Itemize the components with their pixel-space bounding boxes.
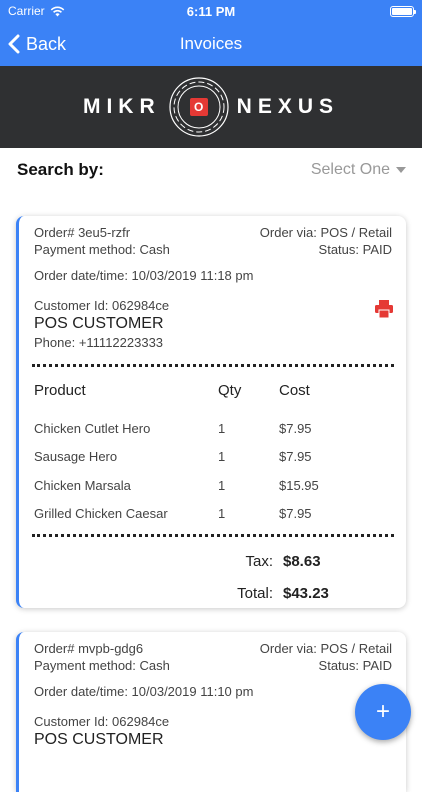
tax-row: Tax: $8.63 (34, 545, 378, 577)
order-datetime: Order date/time: 10/03/2019 11:10 pm (34, 684, 254, 699)
order-via: Order via: POS / Retail (259, 641, 392, 656)
add-invoice-button[interactable]: + (355, 684, 411, 740)
page-title: Invoices (179, 34, 243, 53)
customer-phone: Phone: +11112223333 (34, 335, 164, 350)
print-icon[interactable] (374, 299, 394, 319)
logo-letter: O (193, 100, 204, 114)
payment-method: Payment method: Cash (34, 658, 170, 673)
item-cost: $7.95 (279, 449, 312, 465)
carrier-label: Carrier (8, 4, 45, 18)
search-row: Search by: Select One (0, 150, 422, 190)
order-number: Order# mvpb-gdg6 (34, 641, 144, 656)
order-datetime: Order date/time: 10/03/2019 11:18 pm (34, 268, 254, 283)
select-value: Select One (310, 161, 390, 178)
order-status: Status: PAID (318, 242, 392, 257)
item-product: Chicken Cutlet Hero (34, 420, 151, 436)
totals: Tax: $8.63 Total: $43.23 (34, 545, 392, 609)
brand-logo: O (167, 75, 231, 139)
total-label: Total: (237, 584, 273, 602)
item-qty: 1 (218, 420, 226, 436)
item-cost: $7.95 (279, 420, 312, 436)
divider (32, 534, 394, 537)
nav-bar: Back Invoices (0, 22, 422, 66)
tax-value: $8.63 (283, 552, 321, 570)
item-qty: 1 (218, 477, 226, 493)
payment-method: Payment method: Cash (34, 242, 170, 257)
search-label: Search by: (17, 160, 104, 179)
header-cost: Cost (279, 382, 310, 399)
item-qty: 1 (218, 449, 226, 465)
total-value: $43.23 (283, 584, 329, 602)
item-cost: $7.95 (279, 506, 312, 522)
customer-name: POS CUSTOMER (34, 315, 164, 332)
plus-icon: + (375, 698, 390, 725)
item-qty: 1 (218, 506, 226, 522)
order-card[interactable]: Order# 3eu5-rzfr Order via: POS / Retail… (16, 216, 406, 608)
battery-icon (390, 5, 416, 17)
header-qty: Qty (218, 382, 242, 399)
item-product: Chicken Marsala (34, 477, 131, 493)
header-product: Product (34, 382, 86, 399)
status-time: 6:11 PM (186, 3, 236, 19)
item-cost: $15.95 (279, 477, 319, 493)
tax-label: Tax: (245, 552, 273, 570)
status-left: Carrier (8, 4, 65, 18)
search-select[interactable]: Select One (311, 161, 406, 179)
order-number: Order# 3eu5-rzfr (34, 225, 131, 240)
item-product: Sausage Hero (34, 449, 118, 465)
table-row: Chicken Cutlet Hero 1 $7.95 (34, 414, 392, 443)
product-table-header: Product Qty Cost (34, 367, 392, 414)
table-row: Sausage Hero 1 $7.95 (34, 443, 392, 472)
brand-banner: MIKR O NEXUS (0, 66, 422, 148)
order-via: Order via: POS / Retail (259, 225, 392, 240)
chevron-left-icon (8, 34, 20, 54)
customer-id: Customer Id: 062984ce (34, 298, 170, 313)
wifi-icon (50, 6, 64, 16)
status-bar: Carrier 6:11 PM (0, 0, 422, 22)
customer-name: POS CUSTOMER (34, 731, 164, 748)
brand-right-text: NEXUS (236, 95, 340, 118)
customer-id: Customer Id: 062984ce (34, 714, 170, 729)
back-label: Back (26, 33, 67, 54)
order-status: Status: PAID (318, 658, 392, 673)
total-row: Total: $43.23 (34, 577, 378, 609)
table-row: Chicken Marsala 1 $15.95 (34, 471, 392, 500)
back-button[interactable]: Back (8, 22, 66, 66)
table-row: Grilled Chicken Caesar 1 $7.95 (34, 500, 392, 529)
order-card[interactable]: Order# mvpb-gdg6 Order via: POS / Retail… (16, 632, 406, 792)
brand-left-text: MIKR (82, 95, 161, 118)
caret-down-icon (396, 167, 406, 173)
item-product: Grilled Chicken Caesar (34, 506, 168, 522)
